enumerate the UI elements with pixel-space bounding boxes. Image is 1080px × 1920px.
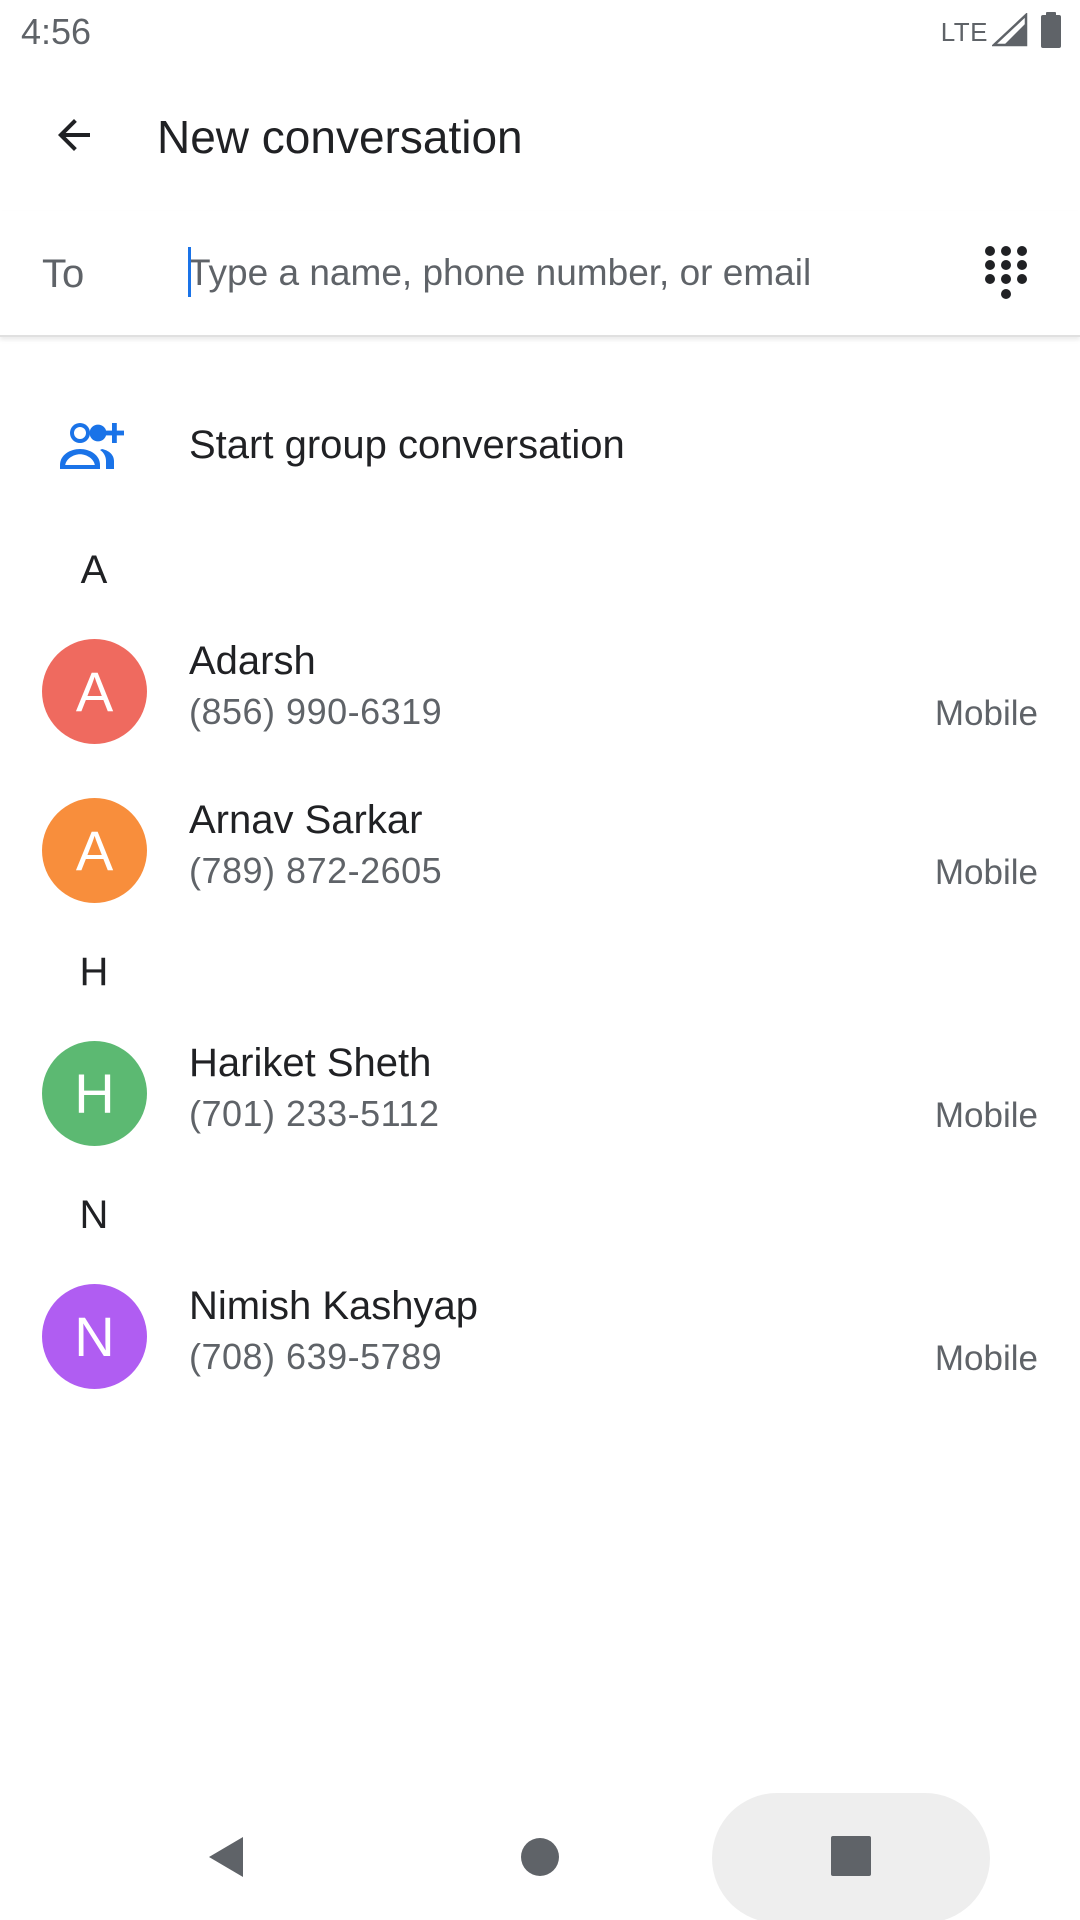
- contact-phone: (789) 872-2605: [189, 850, 443, 891]
- nav-home-button[interactable]: [495, 1814, 585, 1904]
- status-time: 4:56: [21, 11, 92, 52]
- text-cursor: [188, 247, 191, 297]
- contact-phone-type: Mobile: [934, 694, 1038, 733]
- to-label: To: [42, 252, 85, 296]
- contact-phone-type: Mobile: [934, 853, 1038, 892]
- recipient-row: To: [0, 211, 1080, 337]
- contact-item[interactable]: A Adarsh (856) 990-6319 Mobile: [0, 617, 1080, 767]
- page-title: New conversation: [157, 111, 523, 163]
- contact-phone: (856) 990-6319: [189, 691, 443, 732]
- status-bar: 4:56 LTE: [0, 0, 1080, 63]
- contact-name: Arnav Sarkar: [189, 798, 423, 842]
- dialpad-button[interactable]: [968, 237, 1044, 313]
- contact-name: Hariket Sheth: [189, 1041, 432, 1085]
- recipient-input[interactable]: [188, 241, 948, 305]
- contact-item[interactable]: N Nimish Kashyap (708) 639-5789 Mobile: [0, 1262, 1080, 1412]
- dialpad-icon: [982, 245, 1030, 306]
- nav-home-icon: [520, 1837, 560, 1882]
- arrow-back-icon: [50, 111, 98, 164]
- avatar: H: [42, 1041, 147, 1146]
- group-add-icon: [60, 417, 125, 473]
- network-type: LTE: [940, 16, 988, 47]
- section-header-n: N: [79, 1193, 109, 1237]
- section-header-h: H: [79, 950, 109, 994]
- back-button[interactable]: [36, 99, 112, 175]
- battery-icon: [1040, 11, 1062, 53]
- start-group-conversation-button[interactable]: Start group conversation: [0, 395, 1080, 495]
- app-bar: New conversation: [0, 63, 1080, 211]
- contact-item[interactable]: A Arnav Sarkar (789) 872-2605 Mobile: [0, 776, 1080, 926]
- contact-phone: (708) 639-5789: [189, 1336, 443, 1377]
- nav-back-button[interactable]: [180, 1814, 270, 1904]
- contact-phone-type: Mobile: [934, 1339, 1038, 1378]
- avatar: A: [42, 798, 147, 903]
- contact-phone-type: Mobile: [934, 1096, 1038, 1135]
- start-group-conversation-label: Start group conversation: [189, 423, 625, 467]
- screen: 4:56 LTE New conversation To Type a name…: [0, 0, 1080, 1920]
- section-header-a: A: [80, 548, 108, 592]
- avatar: A: [42, 639, 147, 744]
- signal-icon: [990, 11, 1028, 52]
- contact-name: Adarsh: [189, 639, 316, 683]
- nav-back-icon: [203, 1833, 247, 1886]
- contact-phone: (701) 233-5112: [189, 1093, 440, 1134]
- system-nav-bar: [0, 1790, 1080, 1920]
- nav-recents-icon: [830, 1835, 872, 1882]
- avatar: N: [42, 1284, 147, 1389]
- contact-item[interactable]: H Hariket Sheth (701) 233-5112 Mobile: [0, 1019, 1080, 1169]
- nav-recents-button[interactable]: [712, 1793, 990, 1920]
- contact-name: Nimish Kashyap: [189, 1284, 479, 1328]
- status-icons: LTE: [940, 11, 1062, 53]
